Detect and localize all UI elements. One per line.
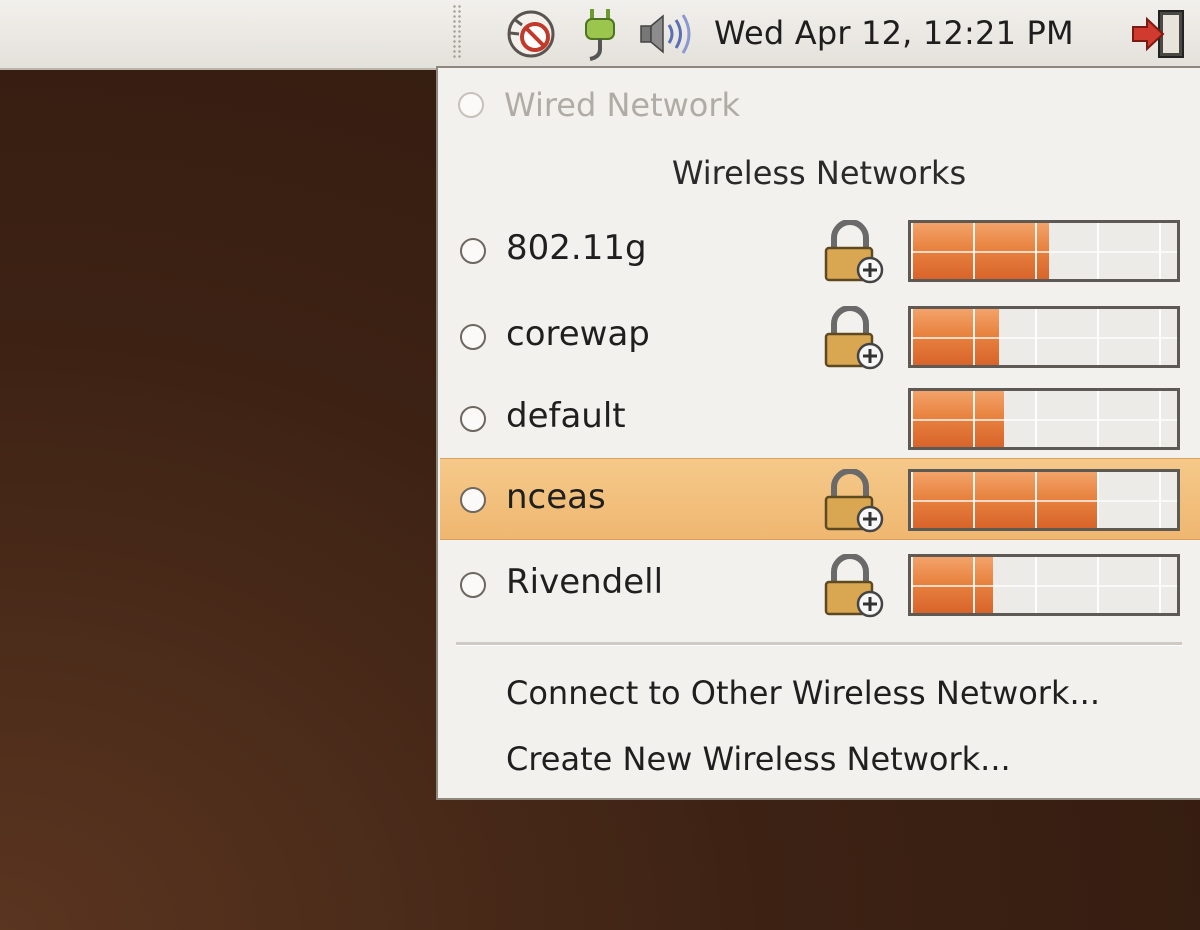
network-radio[interactable] bbox=[460, 572, 486, 598]
create-new-network-item[interactable]: Create New Wireless Network... bbox=[506, 740, 1011, 778]
lock-icon bbox=[824, 469, 884, 533]
network-radio[interactable] bbox=[460, 238, 486, 264]
volume-icon[interactable] bbox=[636, 4, 698, 64]
wireless-networks-title: Wireless Networks bbox=[671, 154, 967, 192]
network-menu: Wired Network Wireless Networks 802.11g … bbox=[436, 66, 1200, 800]
network-name: corewap bbox=[506, 314, 650, 354]
lock-icon bbox=[824, 554, 884, 618]
wired-network-label: Wired Network bbox=[504, 86, 741, 124]
signal-strength-bar bbox=[908, 388, 1180, 450]
network-radio[interactable] bbox=[460, 487, 486, 513]
signal-strength-bar bbox=[908, 554, 1180, 616]
connect-other-network-item[interactable]: Connect to Other Wireless Network... bbox=[506, 674, 1100, 712]
network-radio[interactable] bbox=[460, 324, 486, 350]
wired-network-radio bbox=[458, 92, 484, 118]
panel-clock[interactable]: Wed Apr 12, 12:21 PM bbox=[714, 14, 1074, 52]
network-item-802-11g[interactable]: 802.11g bbox=[440, 210, 1200, 292]
signal-strength-bar bbox=[908, 306, 1180, 368]
update-notifier-icon[interactable] bbox=[500, 4, 562, 64]
network-name: nceas bbox=[506, 477, 606, 517]
wired-network-item: Wired Network bbox=[458, 86, 740, 124]
network-item-nceas[interactable]: nceas bbox=[440, 458, 1200, 540]
lock-icon bbox=[824, 306, 884, 370]
network-name: default bbox=[506, 396, 626, 436]
menu-separator bbox=[456, 642, 1182, 646]
network-item-corewap[interactable]: corewap bbox=[440, 296, 1200, 378]
lock-icon bbox=[824, 220, 884, 284]
logout-icon[interactable] bbox=[1128, 4, 1190, 64]
signal-strength-bar bbox=[908, 469, 1180, 531]
network-manager-icon[interactable] bbox=[578, 4, 622, 64]
network-item-default[interactable]: default bbox=[440, 378, 1200, 460]
signal-strength-bar bbox=[908, 220, 1180, 282]
top-panel: Wed Apr 12, 12:21 PM bbox=[0, 0, 1200, 70]
network-item-rivendell[interactable]: Rivendell bbox=[440, 544, 1200, 626]
network-name: Rivendell bbox=[506, 562, 664, 602]
network-radio[interactable] bbox=[460, 406, 486, 432]
network-name: 802.11g bbox=[506, 228, 647, 268]
panel-drag-handle[interactable] bbox=[452, 4, 462, 60]
